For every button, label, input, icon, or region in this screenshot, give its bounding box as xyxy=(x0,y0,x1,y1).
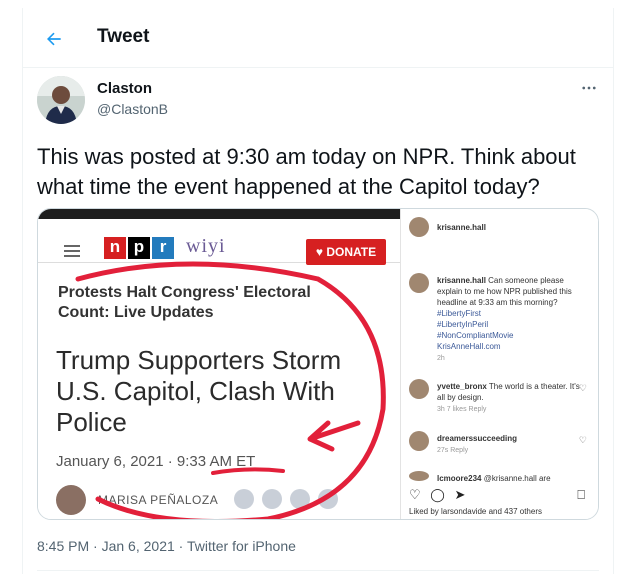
ig-comment-sub: 2h xyxy=(437,355,445,362)
bookmark-icon[interactable]: ⎕ xyxy=(577,487,585,503)
heart-outline-icon[interactable]: ♡ xyxy=(579,435,587,446)
npr-headline: Trump Supporters Storm U.S. Capitol, Cla… xyxy=(56,345,342,437)
npr-dateline: January 6, 2021 · 9:33 AM ET xyxy=(56,453,255,470)
npr-logo-letter: n xyxy=(104,237,126,259)
ig-avatar xyxy=(409,273,429,293)
ig-hashtag: #NonCompliantMovie xyxy=(437,331,514,340)
ig-avatar xyxy=(409,431,429,451)
twitter-icon xyxy=(262,489,282,509)
tweet-metadata: 8:45 PM · Jan 6, 2021 · Twitter for iPho… xyxy=(37,538,296,554)
tweet-page: Tweet Claston @ClastonB This was posted … xyxy=(22,8,614,574)
avatar[interactable] xyxy=(37,76,85,124)
ig-comment-body: krisanne.hall Can someone please explain… xyxy=(437,275,587,364)
arrow-left-icon xyxy=(47,32,61,46)
npr-logo-letter: r xyxy=(152,237,174,259)
ig-hashtag: #LibertyInPeril xyxy=(437,320,489,329)
ig-action-bar: ♡ ◯ ➤ ⎕ xyxy=(409,487,589,503)
ig-comment-body: lcmoore234 @krisanne.hall are xyxy=(437,473,587,484)
tweet-media-image[interactable]: n p r wiyi ♥ DONATE Protests Halt Congre… xyxy=(37,208,599,520)
more-horizontal-icon xyxy=(582,86,596,90)
image-top-bar xyxy=(38,209,400,219)
send-icon[interactable]: ➤ xyxy=(454,487,465,502)
donate-badge: ♥ DONATE xyxy=(306,239,386,265)
npr-screenshot: n p r wiyi ♥ DONATE Protests Halt Congre… xyxy=(38,209,400,519)
station-logo: wiyi xyxy=(186,235,226,257)
npr-logo: n p r xyxy=(104,237,174,259)
more-options-button[interactable] xyxy=(577,76,601,100)
divider xyxy=(37,570,599,571)
back-button[interactable] xyxy=(37,22,71,56)
npr-date: January 6, 2021 xyxy=(56,453,164,470)
ig-comment-body: dreamerssucceeding 27s Reply xyxy=(437,433,587,456)
meta-separator: · xyxy=(178,538,184,554)
instagram-icon xyxy=(318,489,338,509)
hamburger-icon xyxy=(64,245,80,260)
meta-separator: · xyxy=(93,538,98,554)
ig-comment-sub: 3h 7 likes Reply xyxy=(437,406,487,413)
ig-likes: Liked by larsondavide and 437 others xyxy=(409,507,542,516)
donate-label: DONATE xyxy=(326,245,377,259)
ig-comment-user: dreamerssucceeding xyxy=(437,434,518,443)
npr-byline: MARISA PEÑALOZA xyxy=(38,485,400,519)
ig-avatar xyxy=(409,471,429,481)
npr-time: 9:33 AM ET xyxy=(176,453,256,470)
tweet-author: Claston @ClastonB xyxy=(37,76,597,130)
comment-icon[interactable]: ◯ xyxy=(430,487,445,502)
npr-nav-row: n p r wiyi ♥ DONATE xyxy=(38,219,400,265)
avatar-image xyxy=(37,76,85,124)
ig-comment-user: lcmoore234 xyxy=(437,474,482,483)
npr-logo-letter: p xyxy=(128,237,150,259)
heart-outline-icon[interactable]: ♡ xyxy=(579,383,587,394)
npr-date-sep: · xyxy=(167,453,173,470)
ig-comment-body: yvette_bronx The world is a theater. It'… xyxy=(437,381,587,415)
author-handle[interactable]: @ClastonB xyxy=(97,101,168,117)
share-icons xyxy=(234,489,338,509)
ig-hashtag: KrisAnneHall.com xyxy=(437,342,501,351)
ig-avatar xyxy=(409,217,429,237)
page-title: Tweet xyxy=(97,26,150,47)
ig-comment-sub: 27s Reply xyxy=(437,447,469,454)
ig-avatar xyxy=(409,379,429,399)
ig-hashtag: #LibertyFirst xyxy=(437,309,482,318)
ig-username: krisanne.hall xyxy=(437,223,486,232)
tweet-time[interactable]: 8:45 PM xyxy=(37,538,89,554)
byline-name: MARISA PEÑALOZA xyxy=(98,493,219,507)
instagram-panel: krisanne.hall krisanne.hall Can someone … xyxy=(400,209,598,519)
ig-comment-text: @krisanne.hall are xyxy=(483,474,551,483)
tweet-date[interactable]: Jan 6, 2021 xyxy=(102,538,175,554)
tweet-source[interactable]: Twitter for iPhone xyxy=(187,538,296,554)
author-name[interactable]: Claston xyxy=(97,80,152,97)
tweet-text: This was posted at 9:30 am today on NPR.… xyxy=(37,144,576,199)
heart-icon: ♥ xyxy=(315,245,327,259)
page-header: Tweet xyxy=(23,8,613,68)
ig-comment-user: yvette_bronx xyxy=(437,382,487,391)
ig-comment-user: krisanne.hall xyxy=(437,276,486,285)
facebook-icon xyxy=(234,489,254,509)
heart-outline-icon[interactable]: ♡ xyxy=(409,487,421,502)
tumblr-icon xyxy=(290,489,310,509)
byline-avatar xyxy=(56,485,86,515)
npr-subhead: Protests Halt Congress' Electoral Count:… xyxy=(58,284,311,321)
